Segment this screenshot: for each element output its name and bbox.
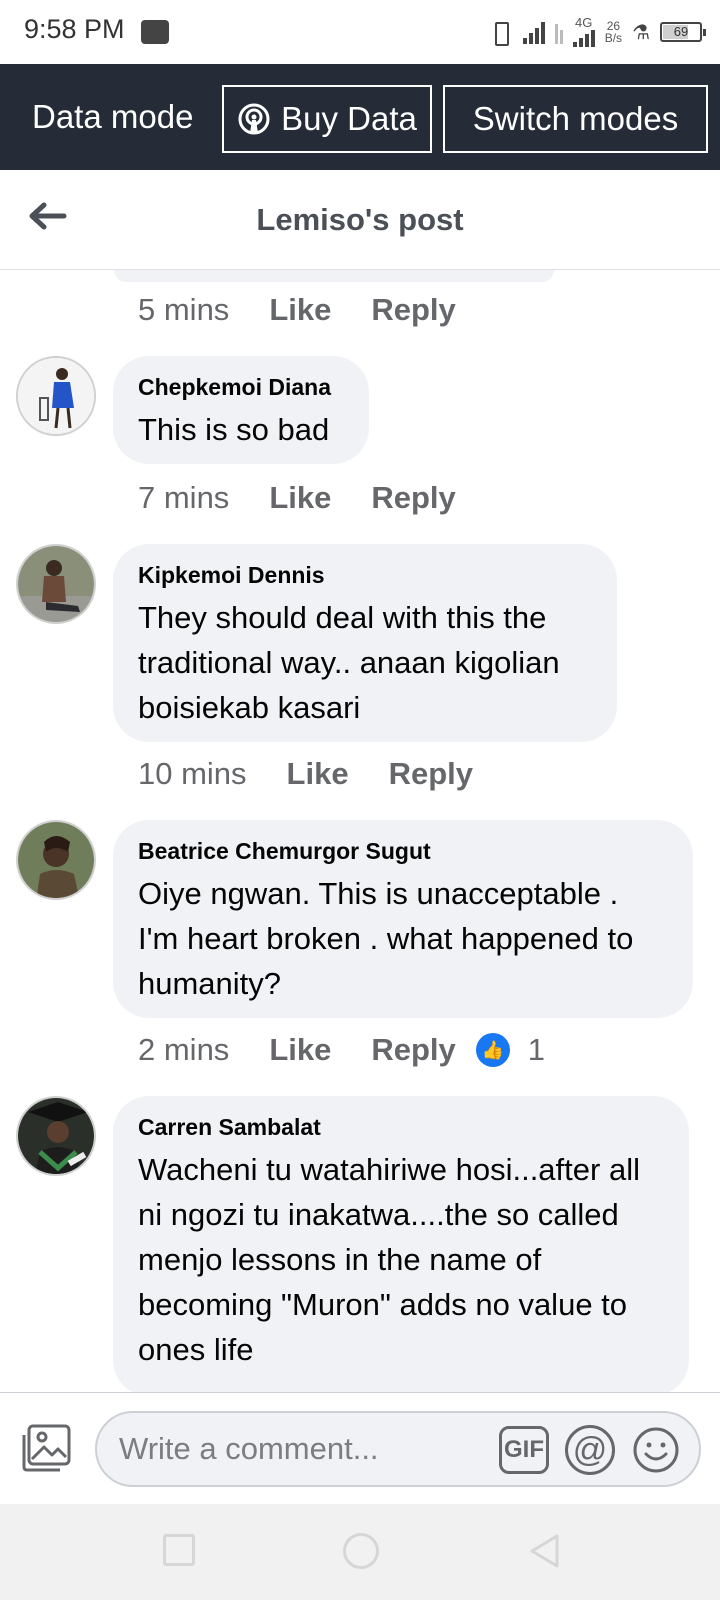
reply-button[interactable]: Reply <box>371 480 455 516</box>
comment-author[interactable]: Kipkemoi Dennis <box>138 562 591 589</box>
comment-author[interactable]: Beatrice Chemurgor Sugut <box>138 838 667 865</box>
gif-button[interactable]: GIF <box>499 1426 549 1474</box>
mention-button[interactable]: @ <box>565 1425 615 1475</box>
like-button[interactable]: Like <box>287 756 349 792</box>
page-title: Lemiso's post <box>256 202 464 237</box>
buy-data-label: Buy Data <box>281 100 417 137</box>
comment-author[interactable]: Chepkemoi Diana <box>138 374 343 401</box>
comment-text: They should deal with this the tradition… <box>138 600 560 725</box>
flask-icon: ⚗ <box>632 21 650 44</box>
avatar[interactable] <box>16 1096 96 1176</box>
comment-time: 10 mins <box>138 756 247 791</box>
comment-text: This is so bad <box>138 412 330 447</box>
vibrate-icon <box>487 20 513 46</box>
comment-composer: GIF @ <box>0 1392 720 1504</box>
comment-time: 7 mins <box>138 480 230 515</box>
broadcast-icon <box>237 102 271 136</box>
comments-list[interactable]: 5 mins Like Reply Chepkemoi Diana This i… <box>0 270 720 1392</box>
previous-comment-bubble <box>114 270 554 282</box>
like-button[interactable]: Like <box>269 292 331 328</box>
status-icons: 4G 26 B/s ⚗ 69 <box>487 12 706 52</box>
comment-meta: 7 mins Like Reply <box>138 480 456 516</box>
buy-data-button[interactable]: Buy Data <box>222 85 432 153</box>
reply-button[interactable]: Reply <box>371 1032 455 1068</box>
network-type: 4G <box>572 16 595 47</box>
gif-label: GIF <box>504 1436 544 1463</box>
comment-time: 2 mins <box>138 1032 230 1067</box>
post-header: Lemiso's post <box>0 170 720 270</box>
status-bar: 9:58 PM 4G 26 B/s ⚗ 69 <box>0 0 720 64</box>
previous-comment-meta: 5 mins Like Reply <box>138 292 456 328</box>
comment-bubble[interactable]: Beatrice Chemurgor Sugut Oiye ngwan. Thi… <box>113 820 693 1018</box>
reply-button[interactable]: Reply <box>371 292 455 328</box>
data-mode-bar: Data mode Buy Data Switch modes <box>0 64 720 170</box>
activity-icon <box>141 20 169 44</box>
reaction-count[interactable]: 1 <box>528 1032 545 1068</box>
comment-bubble[interactable]: Kipkemoi Dennis They should deal with th… <box>113 544 617 742</box>
back-nav-button[interactable] <box>526 1532 562 1570</box>
avatar[interactable] <box>16 820 96 900</box>
comment-bubble[interactable]: Chepkemoi Diana This is so bad <box>113 356 369 464</box>
like-thumb-icon[interactable]: 👍 <box>475 1033 510 1067</box>
signal-icon-2 <box>572 29 595 47</box>
battery-icon: 69 <box>660 22 706 42</box>
comment-bubble[interactable]: Carren Sambalat Wacheni tu watahiriwe ho… <box>113 1096 689 1392</box>
switch-modes-button[interactable]: Switch modes <box>443 85 708 153</box>
comment-input[interactable] <box>119 1427 479 1471</box>
signal-icon <box>522 20 545 44</box>
comment-meta: 2 mins Like Reply 👍 1 <box>138 1032 545 1068</box>
comment-time: 5 mins <box>138 292 230 327</box>
speed-unit: B/s <box>604 31 623 45</box>
at-icon: @ <box>572 1431 608 1469</box>
avatar[interactable] <box>16 544 96 624</box>
switch-modes-label: Switch modes <box>472 100 679 137</box>
battery-level: 69 <box>673 24 689 39</box>
comment-input-box[interactable]: GIF @ <box>95 1411 701 1487</box>
home-button[interactable] <box>343 1533 379 1569</box>
avatar[interactable] <box>16 356 96 436</box>
reply-button[interactable]: Reply <box>389 756 473 792</box>
network-speed: 26 B/s <box>605 20 622 44</box>
comment-author[interactable]: Carren Sambalat <box>138 1114 663 1141</box>
like-button[interactable]: Like <box>269 480 331 516</box>
system-nav-bar <box>0 1504 720 1600</box>
comment-text: Wacheni tu watahiriwe hosi...after all n… <box>138 1152 640 1367</box>
comment-meta: 10 mins Like Reply <box>138 756 473 792</box>
status-time: 9:58 PM <box>24 14 125 44</box>
emoji-icon[interactable] <box>631 1425 681 1475</box>
like-button[interactable]: Like <box>269 1032 331 1068</box>
photo-icon[interactable] <box>20 1423 74 1473</box>
data-arrows-icon <box>554 20 563 44</box>
data-mode-label: Data mode <box>32 98 194 135</box>
recents-button[interactable] <box>163 1534 195 1566</box>
comment-text: Oiye ngwan. This is unacceptable . I'm h… <box>138 876 634 1001</box>
